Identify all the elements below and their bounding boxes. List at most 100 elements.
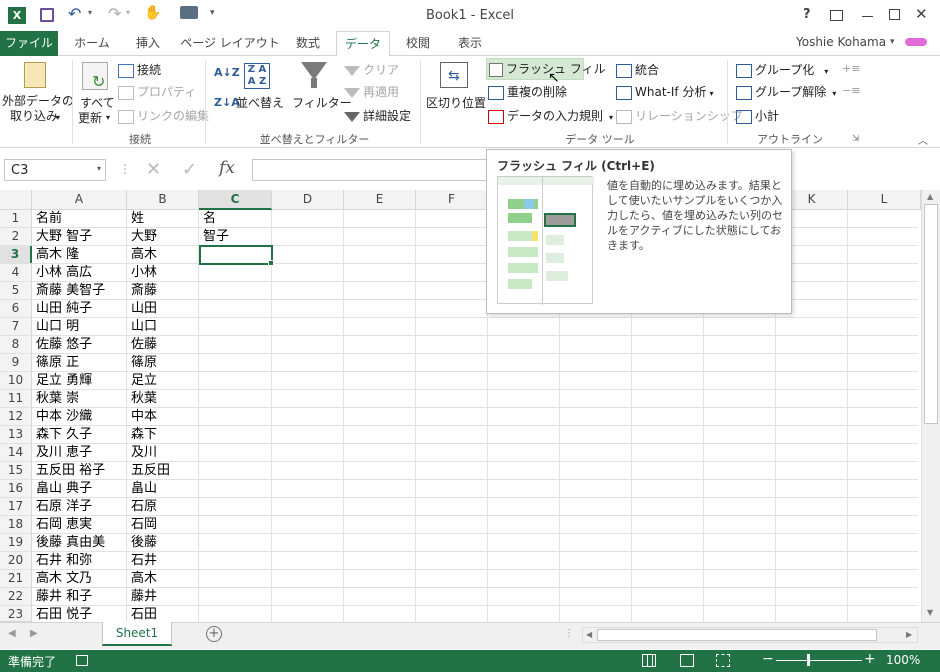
hide-detail-icon[interactable]: −≡ [842, 84, 860, 97]
scroll-thumb[interactable] [924, 204, 938, 424]
row-header[interactable]: 8 [0, 336, 32, 354]
cell[interactable]: 高木 [129, 246, 201, 264]
cell[interactable]: 山田 [129, 300, 201, 318]
row-header[interactable]: 16 [0, 480, 32, 498]
row-header[interactable]: 9 [0, 354, 32, 372]
row-header[interactable]: 1 [0, 210, 32, 228]
avatar-icon[interactable] [905, 38, 927, 46]
cell[interactable]: 及川 [129, 444, 201, 462]
row-header[interactable]: 5 [0, 282, 32, 300]
tab-review[interactable]: 校閲 [398, 31, 438, 56]
reapply-button[interactable]: 再適用 [344, 84, 399, 100]
advanced-button[interactable]: 詳細設定 [344, 108, 411, 124]
ungroup-button[interactable]: グループ解除 ▾ [736, 84, 836, 102]
collapse-ribbon-icon[interactable]: ︿ [918, 132, 928, 147]
macro-record-icon[interactable] [76, 655, 88, 666]
row-header[interactable]: 15 [0, 462, 32, 480]
split-handle-icon[interactable]: ⋮ [564, 628, 574, 639]
cell[interactable]: 斎藤 [129, 282, 201, 300]
row-header[interactable]: 6 [0, 300, 32, 318]
cell[interactable]: 佐藤 [129, 336, 201, 354]
cell[interactable]: 畠山 [129, 480, 201, 498]
tab-formulas[interactable]: 数式 [288, 31, 328, 56]
touch-mode-icon[interactable]: ✋ [144, 5, 161, 21]
close-icon[interactable]: ✕ [915, 5, 928, 23]
enter-icon[interactable]: ✓ [182, 159, 197, 180]
zoom-out-icon[interactable]: − [762, 651, 774, 667]
cell[interactable]: 篠原 [129, 354, 201, 372]
camera-icon[interactable] [180, 6, 198, 19]
redo-icon[interactable]: ↷ [108, 4, 121, 23]
select-all-corner[interactable] [0, 190, 32, 210]
cell[interactable]: 森下 [129, 426, 201, 444]
zoom-slider[interactable] [776, 660, 862, 661]
column-header-f[interactable]: F [416, 190, 488, 210]
cancel-icon[interactable]: ✕ [146, 159, 161, 180]
fill-handle[interactable] [268, 260, 274, 266]
row-header[interactable]: 14 [0, 444, 32, 462]
cell[interactable]: 中本 [129, 408, 201, 426]
column-header-d[interactable]: D [272, 190, 344, 210]
scroll-up-icon[interactable]: ▲ [927, 192, 933, 201]
filter-button[interactable]: フィルター [292, 95, 352, 111]
sort-button[interactable]: 並べ替え [236, 95, 284, 111]
scroll-down-icon[interactable]: ▼ [927, 608, 933, 617]
refresh-all-label[interactable]: すべて [80, 95, 115, 111]
refresh-all-label-2[interactable]: 更新 [78, 110, 102, 126]
sort-asc-icon[interactable]: A↓Z [214, 66, 240, 79]
cell[interactable]: 名 [201, 210, 274, 228]
external-data-label[interactable]: 外部データの [2, 93, 74, 109]
subtotal-button[interactable]: 小計 [736, 108, 779, 124]
cell[interactable]: 智子 [201, 228, 274, 246]
row-header[interactable]: 19 [0, 534, 32, 552]
sheet-tab-sheet1[interactable]: Sheet1 [102, 622, 172, 646]
row-header[interactable]: 4 [0, 264, 32, 282]
cell[interactable]: 五反田 [129, 462, 201, 480]
cell[interactable]: 高木 [129, 570, 201, 588]
remove-duplicates-button[interactable]: 重複の削除 [488, 84, 567, 100]
row-header[interactable]: 20 [0, 552, 32, 570]
zoom-slider-thumb[interactable] [807, 654, 810, 666]
cell[interactable]: 秋葉 [129, 390, 201, 408]
group-button[interactable]: グループ化 ▾ [736, 62, 828, 80]
user-dropdown-icon[interactable]: ▾ [890, 37, 895, 47]
insert-function-icon[interactable]: fx [219, 158, 235, 178]
name-box-dropdown-icon[interactable]: ▾ [97, 164, 101, 173]
properties-button[interactable]: プロパティ [118, 84, 196, 100]
row-header[interactable]: 3 [0, 246, 32, 264]
row-header[interactable]: 11 [0, 390, 32, 408]
page-break-view-icon[interactable] [716, 654, 730, 667]
external-data-label-2[interactable]: 取り込み [10, 108, 58, 124]
connections-button[interactable]: 接続 [118, 62, 161, 78]
row-header[interactable]: 2 [0, 228, 32, 246]
column-header-l[interactable]: L [848, 190, 921, 210]
column-header-a[interactable]: A [32, 190, 127, 210]
row-header[interactable]: 21 [0, 570, 32, 588]
cell[interactable]: 大野 [129, 228, 201, 246]
cell[interactable]: 姓 [129, 210, 201, 228]
maximize-icon[interactable] [889, 9, 900, 20]
tab-insert[interactable]: 挿入 [126, 31, 170, 56]
name-box[interactable]: C3 ▾ [4, 159, 106, 181]
cell[interactable]: 後藤 [129, 534, 201, 552]
edit-links-button[interactable]: リンクの編集 [118, 108, 209, 124]
show-detail-icon[interactable]: +≡ [842, 62, 860, 75]
user-name[interactable]: Yoshie Kohama [796, 35, 886, 49]
active-cell-c3[interactable] [199, 245, 273, 265]
data-validation-button[interactable]: データの入力規則 ▾ [488, 108, 613, 126]
hscroll-thumb[interactable] [597, 629, 877, 641]
cell[interactable]: 足立 [129, 372, 201, 390]
dialog-launcher-icon[interactable]: ⇲ [852, 134, 860, 144]
excel-logo-icon[interactable]: X [8, 7, 26, 24]
zoom-in-icon[interactable]: + [864, 651, 876, 667]
tab-view[interactable]: 表示 [446, 31, 494, 56]
hscroll-right-icon[interactable]: ▶ [906, 630, 912, 639]
new-sheet-icon[interactable]: + [206, 626, 222, 642]
vertical-scrollbar[interactable]: ▲ ▼ [921, 190, 940, 622]
what-if-button[interactable]: What-If 分析 ▾ [616, 84, 713, 102]
undo-dropdown-icon[interactable]: ▾ [88, 8, 92, 17]
cell[interactable]: 石岡 [129, 516, 201, 534]
redo-dropdown-icon[interactable]: ▾ [126, 8, 130, 17]
save-icon[interactable] [40, 8, 54, 22]
row-header[interactable]: 22 [0, 588, 32, 606]
